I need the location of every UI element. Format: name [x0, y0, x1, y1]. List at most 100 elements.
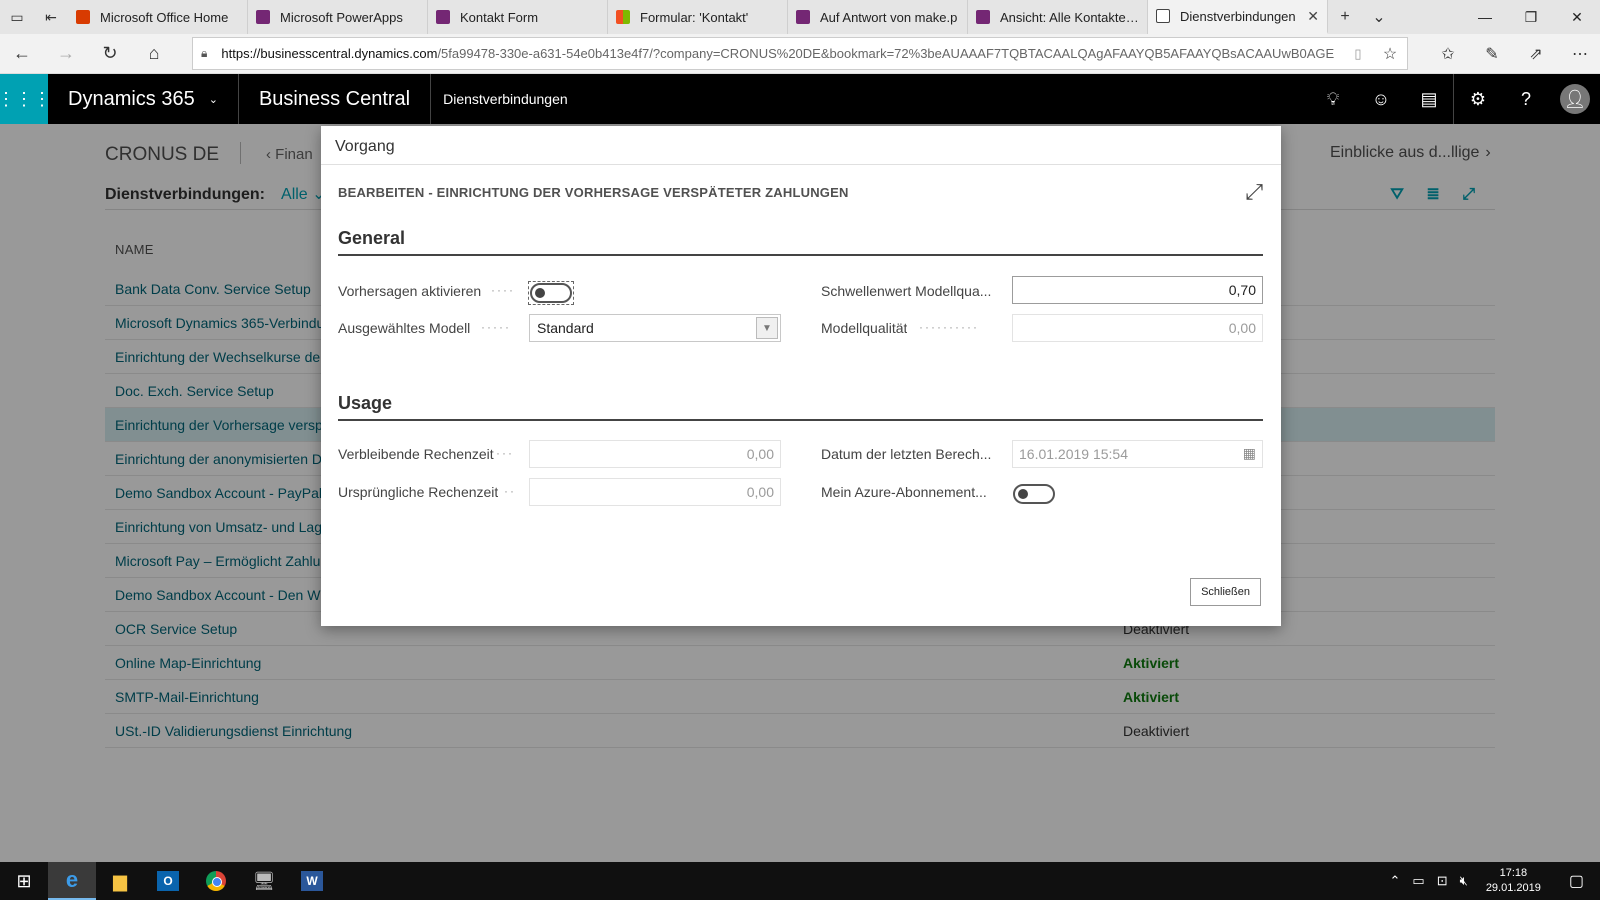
reading-view-icon[interactable]: ▯: [1343, 46, 1373, 62]
edge-icon: e: [65, 867, 79, 892]
help-icon[interactable]: ?: [1502, 89, 1550, 110]
home-icon[interactable]: ⌂: [132, 34, 176, 74]
last-calc-date-field: 16.01.2019 15:54 ▦: [1012, 440, 1263, 468]
minimize-icon[interactable]: —: [1462, 0, 1508, 34]
taskbar-explorer[interactable]: ▆: [96, 862, 144, 900]
leader-dots: ··: [504, 484, 516, 498]
browser-tab[interactable]: Formular: 'Kontakt': [608, 0, 788, 34]
app-launcher-icon[interactable]: ⋮⋮⋮: [0, 74, 51, 124]
dialog-title: Vorgang: [335, 138, 395, 155]
computer-icon: 🖥︎: [252, 870, 276, 891]
set-aside-tabs-icon[interactable]: ⇤: [34, 0, 68, 34]
tab-preview-icon[interactable]: ▭: [0, 0, 34, 34]
lock-icon: 🔒︎: [201, 46, 208, 60]
battery-icon[interactable]: ▭: [1406, 873, 1430, 889]
new-tab-icon[interactable]: +: [1328, 8, 1362, 26]
leader-dots: ··········: [919, 320, 979, 334]
threshold-input[interactable]: 0,70: [1012, 276, 1263, 304]
folder-icon: ▆: [113, 870, 127, 891]
favorite-star-icon[interactable]: ☆: [1373, 44, 1407, 64]
browser-tab[interactable]: Auf Antwort von make.p: [788, 0, 968, 34]
azure-subscription-toggle[interactable]: [1013, 484, 1055, 504]
taskbar-chrome[interactable]: [192, 862, 240, 900]
windows-start-icon[interactable]: ⊞: [0, 871, 48, 892]
azure-subscription-label: Mein Azure-Abonnement...: [821, 484, 987, 500]
product-switcher[interactable]: Dynamics 365 ⌄: [48, 74, 239, 124]
browser-tab[interactable]: Ansicht: Alle Kontakte - I: [968, 0, 1148, 34]
setup-dialog: Vorgang BEARBEITEN - EINRICHTUNG DER VOR…: [321, 126, 1281, 626]
powerapps-icon: [976, 10, 990, 24]
browser-tab[interactable]: Kontakt Form: [428, 0, 608, 34]
enable-predictions-label: Vorhersagen aktivieren: [338, 283, 482, 299]
url-field[interactable]: 🔒︎ https://businesscentral.dynamics.com /…: [192, 37, 1408, 70]
outlook-icon: O: [157, 871, 179, 891]
smiley-icon[interactable]: ☺: [1357, 89, 1405, 110]
close-tab-icon[interactable]: ✕: [1307, 8, 1319, 25]
dialog-subtitle: BEARBEITEN - EINRICHTUNG DER VORHERSAGE …: [338, 185, 849, 200]
toggle-knob: [535, 288, 545, 298]
microsoft-icon: [616, 10, 630, 24]
chevron-down-icon: ⌄: [208, 93, 218, 106]
taskbar-remote[interactable]: 🖥︎: [240, 862, 288, 900]
chat-icon[interactable]: ▤: [1405, 89, 1453, 110]
avatar[interactable]: 👤︎: [1560, 84, 1590, 114]
last-calc-date-label: Datum der letzten Berech...: [821, 446, 992, 462]
model-quality-field: 0,00: [1012, 314, 1263, 342]
threshold-label: Schwellenwert Modellqua...: [821, 283, 992, 299]
expand-icon[interactable]: ⤢: [1245, 179, 1263, 205]
original-time-label: Ursprüngliche Rechenzeit: [338, 484, 499, 500]
refresh-icon[interactable]: ↻: [88, 34, 132, 74]
powerapps-icon: [256, 10, 270, 24]
divider: [338, 254, 1263, 256]
divider: [338, 419, 1263, 421]
share-icon[interactable]: ⇗: [1514, 34, 1558, 74]
original-time-field: 0,00: [529, 478, 781, 506]
forward-icon[interactable]: →: [44, 34, 88, 74]
browser-tab[interactable]: Microsoft PowerApps: [248, 0, 428, 34]
taskbar-edge[interactable]: e: [48, 862, 96, 900]
close-window-icon[interactable]: ✕: [1554, 0, 1600, 34]
restore-icon[interactable]: ❐: [1508, 0, 1554, 34]
selected-model-label: Ausgewähltes Modell: [338, 320, 471, 336]
app-name[interactable]: Business Central: [239, 74, 432, 124]
chrome-icon: [206, 871, 226, 891]
toggle-knob: [1018, 489, 1028, 499]
favorites-hub-icon[interactable]: ✩: [1426, 34, 1470, 74]
browser-tab-bar: ▭ ⇤ Microsoft Office Home Microsoft Powe…: [0, 0, 1600, 34]
section-heading-usage[interactable]: Usage: [338, 393, 392, 414]
volume-icon[interactable]: 🔇︎: [1454, 873, 1474, 889]
word-icon: W: [301, 871, 323, 891]
chevron-up-icon[interactable]: ⌃: [1384, 873, 1407, 889]
gear-icon[interactable]: ⚙: [1454, 89, 1502, 110]
notification-icon[interactable]: ▢: [1553, 871, 1600, 891]
remaining-time-label: Verbleibende Rechenzeit: [338, 446, 494, 462]
taskbar-outlook[interactable]: O: [144, 862, 192, 900]
divider: [321, 164, 1281, 165]
address-bar: ← → ↻ ⌂ 🔒︎ https://businesscentral.dynam…: [0, 34, 1600, 74]
tab-list-chevron-icon[interactable]: ⌄: [1362, 7, 1396, 27]
leader-dots: ·····: [481, 320, 511, 334]
more-icon[interactable]: ⋯: [1558, 34, 1600, 74]
browser-tab[interactable]: Microsoft Office Home: [68, 0, 248, 34]
system-tray: ⌃ ▭ ⊡ 🔇︎ 17:18 29.01.2019 ▢: [1384, 862, 1600, 900]
leader-dots: ····: [491, 283, 515, 297]
network-icon[interactable]: ⊡: [1431, 873, 1454, 889]
chevron-down-icon[interactable]: ▼: [756, 317, 778, 339]
close-button[interactable]: Schließen: [1190, 578, 1261, 606]
enable-predictions-toggle[interactable]: [530, 283, 572, 303]
clock[interactable]: 17:18 29.01.2019: [1474, 866, 1553, 896]
windows-taskbar: ⊞ e ▆ O 🖥︎ W ⌃ ▭ ⊡ 🔇︎ 17:18 29.01.2019 ▢: [0, 862, 1600, 900]
taskbar-word[interactable]: W: [288, 862, 336, 900]
model-select[interactable]: Standard ▼: [529, 314, 781, 342]
model-quality-label: Modellqualität: [821, 320, 908, 336]
back-icon[interactable]: ←: [0, 34, 44, 74]
section-heading-general[interactable]: General: [338, 228, 405, 249]
lightbulb-icon[interactable]: 💡︎: [1309, 89, 1357, 110]
notes-pen-icon[interactable]: ✎: [1470, 34, 1514, 74]
leader-dots: ···: [496, 446, 514, 460]
remaining-time-field: 0,00: [529, 440, 781, 468]
app-header: ⋮⋮⋮ Dynamics 365 ⌄ Business Central Diens…: [0, 74, 1600, 124]
page-breadcrumb: Dienstverbindungen: [443, 91, 568, 107]
page-icon: [1156, 9, 1170, 23]
browser-tab-active[interactable]: Dienstverbindungen ✕: [1148, 0, 1328, 34]
